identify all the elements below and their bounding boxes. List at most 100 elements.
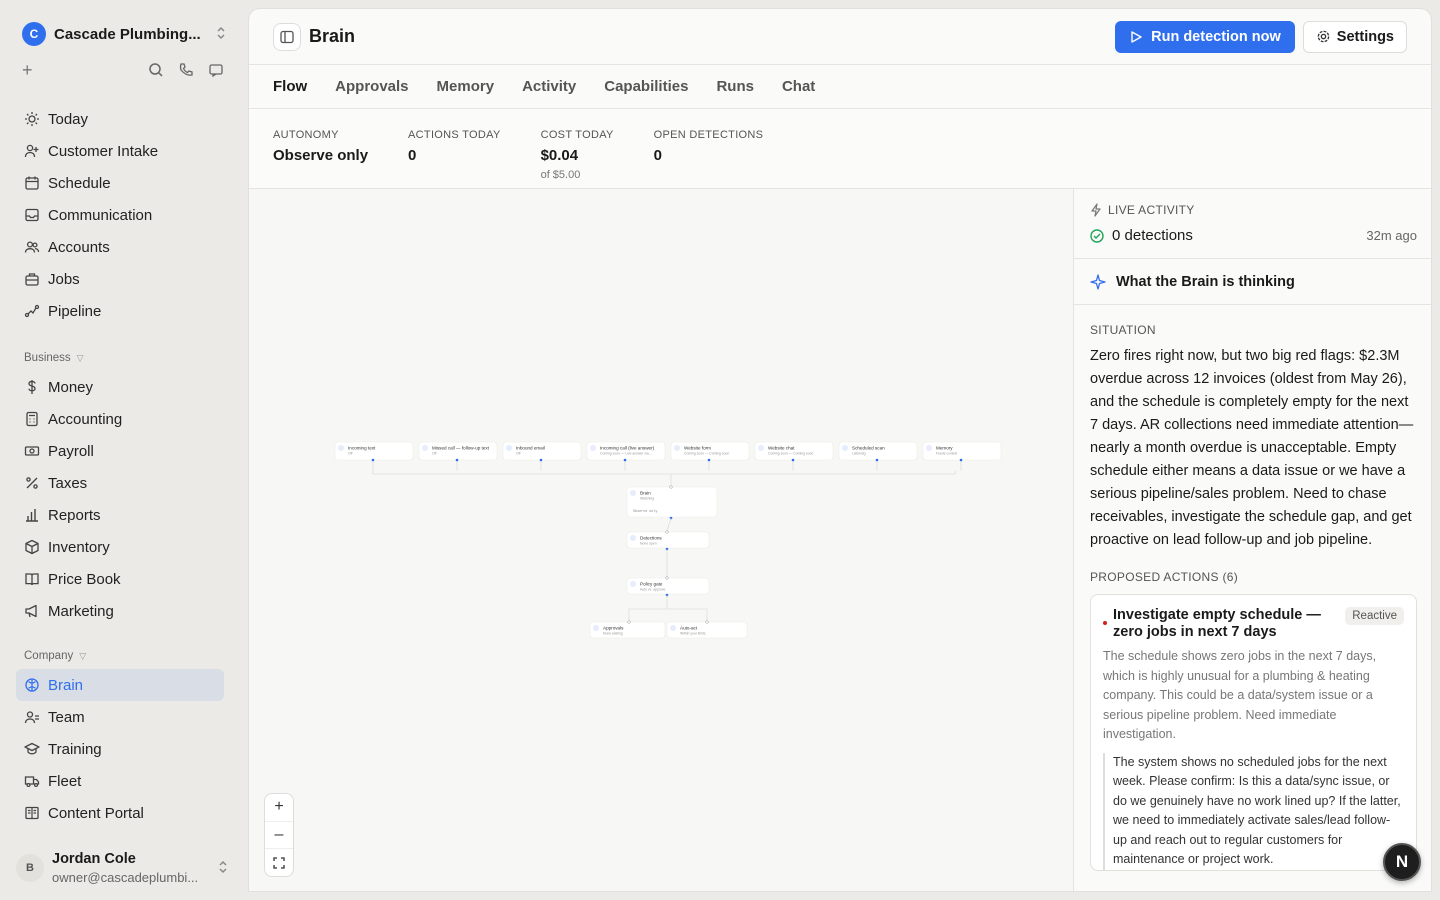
- sidebar-item-label: Pipeline: [48, 302, 102, 320]
- sidebar-item-label: Payroll: [48, 442, 94, 460]
- assistant-fab[interactable]: N: [1383, 843, 1421, 881]
- sidebar-item-accounts[interactable]: Accounts: [16, 231, 224, 263]
- search-icon[interactable]: [148, 62, 164, 78]
- flow-source-node[interactable]: Website formComing soon — Coming soon: [670, 441, 750, 461]
- node-title: Incoming call (live answer): [600, 446, 655, 451]
- action-title: Investigate empty schedule — zero jobs i…: [1113, 607, 1321, 640]
- sidebar-item-jobs[interactable]: Jobs: [16, 263, 224, 295]
- plus-icon[interactable]: +: [22, 61, 33, 79]
- tab-memory[interactable]: Memory: [437, 78, 495, 95]
- sidebar-item-today[interactable]: Today: [16, 103, 224, 135]
- sidebar-item-content-portal[interactable]: Content Portal: [16, 797, 224, 829]
- sidebar-item-training[interactable]: Training: [16, 733, 224, 765]
- stats-bar: AUTONOMY Observe only ACTIONS TODAY 0 CO…: [249, 109, 1431, 189]
- sidebar-item-accounting[interactable]: Accounting: [16, 403, 224, 435]
- sidebar-item-pipeline[interactable]: Pipeline: [16, 295, 224, 327]
- brain-icon: [24, 677, 40, 693]
- detections-count: 0 detections: [1112, 227, 1193, 244]
- sidebar-toggle-button[interactable]: [273, 22, 301, 51]
- section-business[interactable]: Business ▽: [24, 352, 84, 364]
- sidebar-item-label: Marketing: [48, 602, 114, 620]
- run-detection-button[interactable]: Run detection now: [1115, 20, 1295, 53]
- chevron-updown-icon: [216, 26, 226, 43]
- sidebar-item-marketing[interactable]: Marketing: [16, 595, 224, 627]
- node-subtitle: Listening: [852, 452, 866, 456]
- node-subtitle: Coming soon — Coming soon: [684, 452, 729, 456]
- sidebar-item-reports[interactable]: Reports: [16, 499, 224, 531]
- sidebar-item-label: Money: [48, 378, 94, 396]
- sidebar-item-team[interactable]: Team: [16, 701, 224, 733]
- flow-source-node[interactable]: Inbound emailOff: [502, 441, 582, 461]
- flow-autoact-node[interactable]: Auto-actWithin your limits: [666, 621, 748, 639]
- node-icon: [422, 445, 428, 451]
- flow-source-node[interactable]: Website chatComing soon — Coming soon: [754, 441, 834, 461]
- priority-dot: [1103, 621, 1107, 625]
- flow-source-node[interactable]: Incoming textOff: [334, 441, 414, 461]
- phone-icon[interactable]: [178, 62, 194, 78]
- main-panel: Brain Run detection now Settings Flow App…: [248, 8, 1432, 892]
- play-icon: [1131, 30, 1142, 43]
- stat-label: COST TODAY: [540, 129, 614, 141]
- tab-approvals[interactable]: Approvals: [335, 78, 408, 95]
- node-icon: [338, 445, 344, 451]
- node-icon: [630, 490, 636, 496]
- org-switcher[interactable]: C Cascade Plumbing...: [16, 18, 232, 50]
- sidebar-item-label: Taxes: [48, 474, 88, 492]
- tab-activity[interactable]: Activity: [522, 78, 576, 95]
- situation-section: SITUATION Zero fires right now, but two …: [1074, 305, 1431, 871]
- node-title: Website chat: [768, 446, 795, 451]
- sidebar-item-label: Price Book: [48, 570, 121, 588]
- flow-source-node[interactable]: MemoryFeeds context: [922, 441, 1002, 461]
- truck-icon: [24, 773, 40, 789]
- zoom-in-button[interactable]: +: [265, 794, 293, 822]
- calendar-icon: [24, 175, 40, 191]
- tab-flow[interactable]: Flow: [273, 78, 307, 95]
- sidebar-item-customer-intake[interactable]: Customer Intake: [16, 135, 224, 167]
- sidebar-item-fleet[interactable]: Fleet: [16, 765, 224, 797]
- fit-view-button[interactable]: [265, 849, 293, 876]
- flow-detections-node[interactable]: DetectionsNone open: [626, 531, 710, 549]
- flow-source-node[interactable]: Missed call — follow-up textOff: [418, 441, 498, 461]
- chat-icon[interactable]: [208, 62, 224, 78]
- sidebar-item-communication[interactable]: Communication: [16, 199, 224, 231]
- user-menu[interactable]: B Jordan Cole owner@cascadeplumbi...: [16, 848, 228, 888]
- tab-capabilities[interactable]: Capabilities: [604, 78, 688, 95]
- tab-chat[interactable]: Chat: [782, 78, 815, 95]
- situation-text: Zero fires right now, but two big red fl…: [1090, 348, 1414, 548]
- node-subtitle: Coming soon — Coming soon: [768, 452, 813, 456]
- user-name: Jordan Cole: [52, 851, 136, 867]
- thinking-label: What the Brain is thinking: [1116, 273, 1295, 290]
- sidebar-item-inventory[interactable]: Inventory: [16, 531, 224, 563]
- tab-runs[interactable]: Runs: [716, 78, 754, 95]
- bar-chart-icon: [24, 507, 40, 523]
- flow-source-node[interactable]: Incoming call (live answer)Coming soon —…: [586, 441, 666, 461]
- sidebar-item-brain[interactable]: Brain: [16, 669, 224, 701]
- chevron-updown-icon: [218, 860, 228, 877]
- lightning-icon: [1091, 203, 1101, 217]
- node-subtitle: Auto vs. approve: [640, 588, 666, 592]
- node-title: Brain: [640, 491, 651, 496]
- section-company[interactable]: Company ▽: [24, 650, 86, 662]
- node-title: Memory: [936, 446, 953, 451]
- sidebar-item-schedule[interactable]: Schedule: [16, 167, 224, 199]
- stat-value: $0.04: [540, 147, 579, 164]
- sidebar-item-money[interactable]: Money: [16, 371, 224, 403]
- flow-canvas[interactable]: Incoming text Off Missed call — follow-up …: [249, 189, 1073, 892]
- node-subtitle: None open: [640, 542, 657, 546]
- sidebar: C Cascade Plumbing... + Today Customer In…: [0, 0, 248, 900]
- zoom-out-button[interactable]: –: [265, 822, 293, 850]
- sidebar-item-taxes[interactable]: Taxes: [16, 467, 224, 499]
- proposed-action-card[interactable]: Investigate empty schedule — zero jobs i…: [1090, 594, 1417, 871]
- stat-value: Observe only: [273, 147, 369, 164]
- flow-policy-node[interactable]: Policy gateAuto vs. approve: [626, 577, 710, 595]
- flow-approvals-node[interactable]: ApprovalsNone waiting: [589, 621, 666, 639]
- action-type-badge: Reactive: [1345, 607, 1404, 625]
- section-company-label: Company: [24, 650, 74, 662]
- flow-source-node[interactable]: Scheduled scanListening: [838, 441, 918, 461]
- sidebar-item-payroll[interactable]: Payroll: [16, 435, 224, 467]
- node-subtitle: Off: [432, 452, 437, 456]
- flow-diagram[interactable]: Incoming textOffMissed call — follow-up …: [249, 189, 1073, 892]
- user-plus-icon: [24, 143, 40, 159]
- settings-button[interactable]: Settings: [1302, 20, 1407, 53]
- sidebar-item-price-book[interactable]: Price Book: [16, 563, 224, 595]
